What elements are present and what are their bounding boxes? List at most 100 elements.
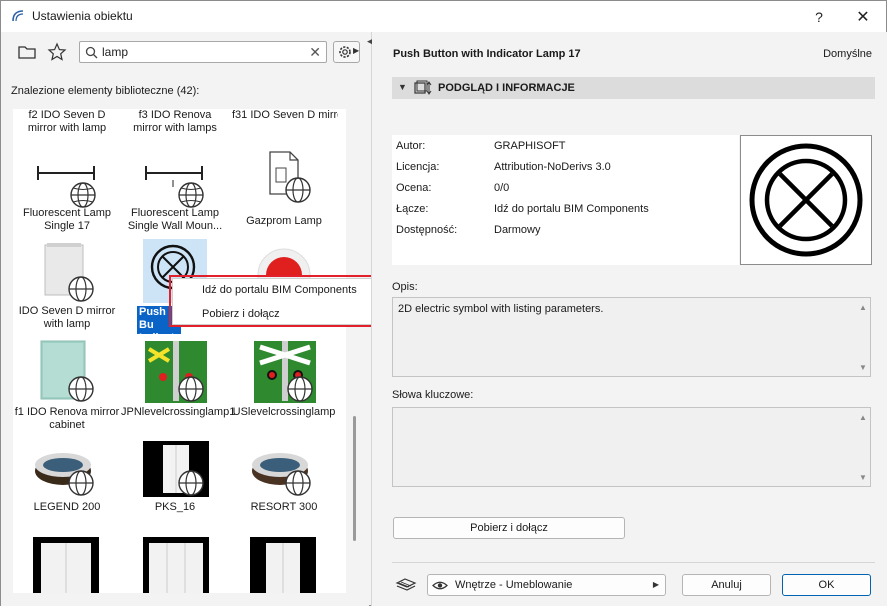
window-title: Ustawienia obiektu — [32, 9, 133, 23]
item-name: f31 IDO Seven D mirrorcabinet wit... — [232, 109, 338, 121]
item-name: PKS_16 — [154, 501, 196, 513]
found-items-label: Znalezione elementy biblioteczne (42): — [11, 85, 200, 97]
item-name: IDO Seven D mirror with lamp — [18, 305, 116, 330]
description-scrollbar[interactable]: ▲ ▼ — [856, 298, 870, 376]
layer-icon[interactable] — [395, 577, 417, 593]
item-name: Fluorescent Lamp Single Wall Moun... — [127, 207, 223, 232]
object-settings-dialog: Ustawienia obiektu ? ✕ lamp ✕ ▶ Znalezio… — [0, 0, 887, 606]
list-item[interactable]: Fluorescent Lamp Single Wall Moun... — [121, 147, 229, 235]
list-item[interactable]: PKS_16 — [121, 439, 229, 525]
keywords-scrollbar[interactable]: ▲ ▼ — [856, 408, 870, 486]
help-button[interactable]: ? — [797, 1, 841, 32]
fluorescent-lamp-thumbnail — [37, 166, 96, 208]
description-box: 2D electric symbol with listing paramete… — [392, 297, 871, 377]
scroll-up-icon[interactable]: ▲ — [859, 303, 867, 312]
list-item[interactable]: RESORT 300 — [230, 439, 338, 525]
resort-tub-thumbnail — [250, 441, 316, 497]
section-title: PODGLĄD I INFORMACJE — [438, 82, 575, 94]
list-item[interactable]: f31 IDO Seven D mirrorcabinet wit... — [230, 109, 338, 122]
description-label: Opis: — [392, 281, 418, 293]
info-key: Dostępność: — [396, 224, 458, 236]
item-name: USlevelcrossinglamp — [232, 406, 336, 418]
fluorescent-lamp-wall-thumbnail — [145, 166, 204, 208]
search-icon — [85, 46, 98, 59]
cabinet-partial-thumbnail — [143, 537, 209, 593]
object-name: Push Button with Indicator Lamp 17 — [393, 48, 581, 60]
list-item[interactable]: Fluorescent Lamp Single 17 — [13, 147, 121, 235]
list-item[interactable]: IDO Seven D mirror with lamp — [13, 237, 121, 333]
defaults-label: Domyślne — [823, 48, 872, 60]
description-text: 2D electric symbol with listing paramete… — [398, 303, 604, 315]
level-crossing-thumbnail — [145, 341, 207, 403]
menu-item-download-and-merge[interactable]: Pobierz i dołącz — [202, 308, 280, 320]
search-field[interactable]: lamp ✕ — [79, 41, 327, 63]
gear-icon — [339, 46, 351, 58]
clear-search-icon[interactable]: ✕ — [309, 44, 321, 61]
list-item[interactable] — [13, 537, 121, 593]
list-item[interactable]: f2 IDO Seven D mirror with lamp — [13, 109, 121, 135]
folder-icon[interactable] — [17, 42, 37, 62]
close-button[interactable]: ✕ — [841, 1, 885, 32]
cancel-button[interactable]: Anuluj — [682, 574, 771, 596]
mirror-lamp-thumbnail — [44, 243, 94, 302]
item-name: f3 IDO Renova mirror with lamps — [133, 109, 217, 134]
item-name: Fluorescent Lamp Single 17 — [22, 207, 112, 232]
mirror-cabinet-thumbnail — [40, 340, 94, 402]
item-name: Gazprom Lamp — [246, 215, 322, 227]
cabinet-partial-thumbnail — [250, 537, 316, 593]
list-item[interactable] — [121, 537, 229, 593]
ok-button[interactable]: OK — [782, 574, 871, 596]
scroll-down-icon[interactable]: ▼ — [859, 473, 867, 482]
list-item[interactable]: f1 IDO Renova mirror cabinet — [13, 337, 121, 433]
details-pane: Push Button with Indicator Lamp 17 Domyś… — [372, 32, 887, 606]
context-menu: Idź do portalu BIM Components Pobierz i … — [172, 278, 400, 325]
info-value: Attribution-NoDerivs 3.0 — [494, 161, 611, 173]
library-settings-button[interactable]: ▶ — [333, 41, 360, 63]
preview-info-section-header[interactable]: ▼ PODGLĄD I INFORMACJE — [392, 77, 875, 99]
cabinet-thumbnail — [143, 441, 209, 497]
list-item[interactable] — [230, 537, 338, 593]
info-key: Ocena: — [396, 182, 432, 194]
keywords-label: Słowa kluczowe: — [392, 389, 474, 401]
library-scrollbar[interactable] — [353, 416, 356, 541]
chevron-right-icon: ▶ — [353, 46, 360, 55]
library-grid: f2 IDO Seven D mirror with lamp f3 IDO R… — [13, 109, 346, 593]
info-table: Autor: GRAPHISOFT Licencja: Attribution-… — [392, 135, 739, 265]
item-name: LEGEND 200 — [33, 501, 101, 513]
hot-tub-thumbnail — [33, 441, 99, 497]
bim-portal-link[interactable]: Idź do portalu BIM Components — [494, 203, 649, 215]
item-name: f2 IDO Seven D mirror with lamp — [27, 109, 107, 134]
push-button-symbol-preview — [749, 143, 863, 257]
keywords-box: ▲ ▼ — [392, 407, 871, 487]
info-key: Łącze: — [396, 203, 429, 215]
layer-dropdown[interactable]: Wnętrze - Umeblowanie ▶ — [427, 574, 666, 596]
info-value: 0/0 — [494, 182, 510, 194]
list-item[interactable]: USlevelcrossinglamp — [230, 337, 338, 433]
info-value: GRAPHISOFT — [494, 140, 566, 152]
menu-item-go-to-bim-portal[interactable]: Idź do portalu BIM Components — [202, 284, 357, 296]
us-level-crossing-thumbnail — [254, 341, 316, 403]
item-name: f1 IDO Renova mirror cabinet — [14, 406, 120, 431]
title-bar: Ustawienia obiektu ? ✕ — [1, 1, 886, 32]
preview-info-icon — [414, 80, 432, 95]
star-icon[interactable] — [47, 42, 67, 62]
list-item[interactable]: JPNlevelcrossinglamp1 — [121, 337, 236, 433]
search-input[interactable]: lamp — [102, 45, 128, 59]
gazprom-lamp-thumbnail — [269, 151, 311, 203]
info-key: Autor: — [396, 140, 426, 152]
scroll-down-icon[interactable]: ▼ — [859, 363, 867, 372]
chevron-right-icon: ▶ — [652, 580, 659, 589]
layer-value: Wnętrze - Umeblowanie — [455, 579, 573, 591]
list-item[interactable]: f3 IDO Renova mirror with lamps — [121, 109, 229, 135]
info-value: Darmowy — [494, 224, 541, 236]
download-and-merge-button[interactable]: Pobierz i dołącz — [393, 517, 625, 539]
list-item[interactable]: Gazprom Lamp — [230, 147, 338, 235]
eye-icon — [432, 581, 448, 590]
scroll-up-icon[interactable]: ▲ — [859, 413, 867, 422]
object-preview — [740, 135, 872, 265]
info-key: Licencja: — [396, 161, 440, 173]
cabinet-partial-thumbnail — [33, 537, 99, 593]
item-name: JPNlevelcrossinglamp1 — [121, 406, 236, 418]
list-item[interactable]: LEGEND 200 — [13, 439, 121, 525]
archicad-icon — [12, 10, 24, 22]
